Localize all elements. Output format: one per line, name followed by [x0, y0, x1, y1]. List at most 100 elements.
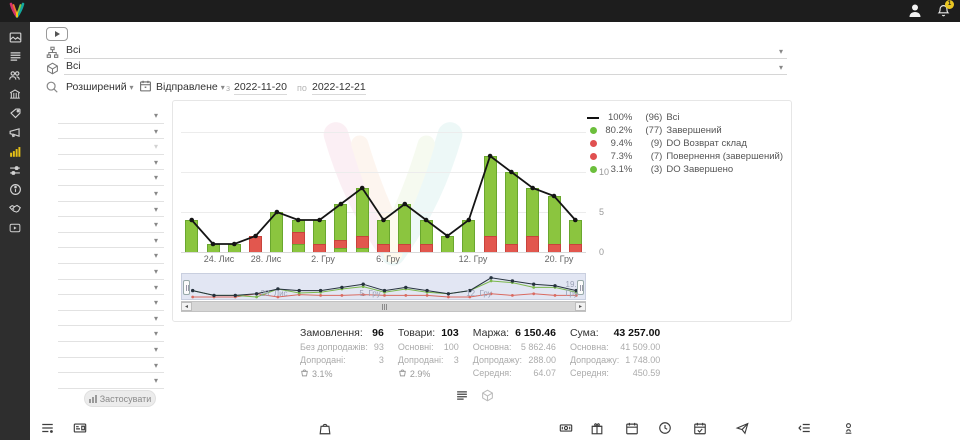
filter-select-9[interactable]: ▾: [58, 233, 164, 249]
notifications-bell-icon[interactable]: 1: [937, 3, 950, 23]
navigator-date-label: 28. Лис: [260, 289, 287, 298]
sliders-icon: [8, 164, 22, 177]
bar-segment-green: [484, 156, 497, 236]
chevron-down-icon: ▾: [154, 205, 158, 214]
product-select[interactable]: Всі ▾: [64, 60, 787, 75]
sidebar-item-partners[interactable]: [0, 199, 30, 218]
sidebar-item-promo[interactable]: [0, 104, 30, 123]
sidebar-item-info[interactable]: [0, 180, 30, 199]
user-avatar-icon[interactable]: [908, 3, 922, 23]
chart-navigator[interactable]: 28. Лис5. Гру12. Гру19. Гру: [181, 273, 586, 300]
chart-scrollbar[interactable]: ◂ ▸: [181, 301, 586, 312]
filter-select-1[interactable]: ▾: [58, 108, 164, 124]
list-back-icon[interactable]: [797, 421, 812, 440]
bar-segment-green: [505, 172, 518, 244]
filter-select-10[interactable]: ▾: [58, 248, 164, 264]
filter-select-5[interactable]: ▾: [58, 170, 164, 186]
chevron-down-icon: ▾: [154, 376, 158, 385]
filter-select-8[interactable]: ▾: [58, 217, 164, 233]
bag-icon[interactable]: [318, 421, 332, 440]
product-view-toggle[interactable]: [481, 389, 494, 407]
filter-select-16[interactable]: ▾: [58, 342, 164, 358]
sidebar-item-analytics[interactable]: [0, 142, 30, 161]
app-logo-icon[interactable]: [7, 1, 27, 26]
funnel-select[interactable]: Всі ▾: [64, 44, 787, 59]
building-icon: [8, 88, 22, 101]
legend-dot-marker: [586, 140, 600, 147]
filter-select-4[interactable]: ▾: [58, 155, 164, 171]
stat-column: Маржа:6 150.46Основна:5 862.46Допродажу:…: [473, 327, 556, 379]
chevron-down-icon: ▾: [779, 47, 783, 56]
filter-select-18[interactable]: ▾: [58, 373, 164, 389]
filter-select-15[interactable]: ▾: [58, 326, 164, 342]
bar-segment-red: [377, 244, 390, 252]
image-card-icon: [9, 31, 22, 44]
bar-segment-green: [356, 188, 369, 236]
bar-segment-green: [313, 220, 326, 244]
mode-select[interactable]: Розширений ▾: [66, 81, 134, 93]
filter-select-12[interactable]: ▾: [58, 280, 164, 296]
megaphone-icon: [8, 126, 22, 139]
gift-icon[interactable]: [590, 421, 604, 440]
filter-select-6[interactable]: ▾: [58, 186, 164, 202]
sidebar-item-company[interactable]: [0, 85, 30, 104]
legend-item[interactable]: 80.2%(77)Завершений: [586, 124, 783, 137]
bar-segment-red: [569, 244, 582, 252]
menu-icon[interactable]: [40, 421, 55, 440]
funnel-select-value: Всі: [66, 44, 81, 56]
navigator-right-handle[interactable]: [577, 280, 584, 295]
date-from-label: з: [226, 83, 230, 93]
chevron-down-icon: ▾: [154, 142, 158, 151]
filter-select-17[interactable]: ▾: [58, 358, 164, 374]
sidebar-item-clients[interactable]: [0, 66, 30, 85]
filter-select-11[interactable]: ▾: [58, 264, 164, 280]
legend-item[interactable]: 100%(96)Всі: [586, 111, 783, 124]
calendar-icon[interactable]: [625, 421, 639, 440]
bar-segment-red: [334, 240, 347, 248]
legend-dot-marker: [586, 127, 600, 134]
scroll-right-button[interactable]: ▸: [575, 302, 586, 311]
paper-plane-icon[interactable]: [735, 421, 750, 440]
clock-icon[interactable]: [658, 421, 672, 440]
bar-segment-green: [526, 188, 539, 236]
date-to-label: по: [297, 83, 307, 93]
sidebar-item-cards[interactable]: [0, 28, 30, 47]
gridline: [181, 172, 586, 173]
nav-sidebar: [0, 22, 30, 440]
filter-select-7[interactable]: ▾: [58, 202, 164, 218]
sidebar-item-settings[interactable]: [0, 161, 30, 180]
x-axis-label: 12. Гру: [459, 254, 488, 264]
sidebar-item-orders[interactable]: [0, 47, 30, 66]
legend-item[interactable]: 3.1%(3)DO Завершено: [586, 163, 783, 176]
apply-button[interactable]: Застосувати: [84, 390, 156, 407]
date-to-input[interactable]: 2022-12-21: [312, 81, 366, 95]
legend-item[interactable]: 9.4%(9)DO Возврат склад: [586, 137, 783, 150]
filter-select-13[interactable]: ▾: [58, 295, 164, 311]
scrollbar-grip[interactable]: [379, 304, 389, 310]
sidebar-item-marketing[interactable]: [0, 123, 30, 142]
scroll-left-button[interactable]: ◂: [181, 302, 192, 311]
apply-button-label: Застосувати: [100, 394, 152, 404]
id-card-icon[interactable]: [72, 421, 88, 440]
navigator-left-handle[interactable]: [183, 280, 190, 295]
notification-badge: 1: [945, 0, 954, 9]
play-button[interactable]: [46, 27, 68, 41]
x-axis-label: 20. Гру: [545, 254, 574, 264]
filter-select-3[interactable]: ▾: [58, 139, 164, 155]
banknote-icon[interactable]: [558, 421, 574, 440]
chevron-down-icon: ▾: [154, 329, 158, 338]
bar-segment-red: [313, 244, 326, 252]
date-from-input[interactable]: 2022-11-20: [234, 81, 287, 95]
product-select-value: Всі: [66, 60, 81, 72]
filter-select-14[interactable]: ▾: [58, 311, 164, 327]
legend-item[interactable]: 7.3%(7)Повернення (завершений): [586, 150, 783, 163]
pawn-icon[interactable]: [842, 421, 855, 440]
bar-segment-green: [228, 244, 241, 252]
status-select[interactable]: Відправлене ▾: [156, 81, 225, 93]
list-view-toggle[interactable]: [455, 389, 469, 407]
status-select-value: Відправлене: [156, 81, 218, 93]
calendar-check-icon[interactable]: [693, 421, 707, 440]
filter-select-2[interactable]: ▾: [58, 124, 164, 140]
dashboard: 1 Всі ▾ Всі ▾ Розширений ▾: [0, 0, 960, 440]
sidebar-item-video[interactable]: [0, 218, 30, 237]
